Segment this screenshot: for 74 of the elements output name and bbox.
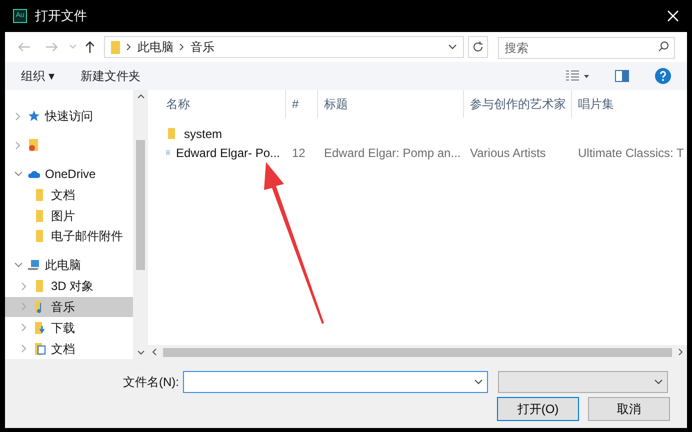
column-header[interactable]: # <box>286 90 318 118</box>
table-cell-text: 12 <box>292 144 306 162</box>
tree-item[interactable]: 文档 <box>5 184 133 206</box>
up-icon[interactable] <box>84 40 96 54</box>
expand-icon[interactable] <box>14 171 22 178</box>
chevron-icon[interactable] <box>179 43 184 51</box>
open-button[interactable]: 打开(O) <box>497 397 579 421</box>
preview-pane-icon[interactable] <box>615 70 629 82</box>
filename-label: 文件名(N): <box>123 374 179 391</box>
file-name[interactable]: Edward Elgar- Po... <box>176 144 280 162</box>
refresh-icon <box>472 41 484 53</box>
tree-item[interactable]: 电子邮件附件 <box>5 226 133 247</box>
cloud-icon <box>28 168 40 180</box>
search-icon <box>658 41 669 52</box>
help-icon[interactable] <box>655 68 671 84</box>
address-bar[interactable]: 此电脑 音乐 <box>104 36 464 58</box>
folder-icon <box>28 139 40 152</box>
folder-icon <box>34 188 46 201</box>
tree-item[interactable]: 图片 <box>5 205 133 226</box>
tree-item[interactable]: 快速访问 <box>5 106 133 127</box>
table-cell-text: Edward Elgar: Pomp an... <box>324 144 461 162</box>
collapse-icon[interactable] <box>15 112 21 121</box>
folder-icon <box>34 280 46 292</box>
view-icon[interactable] <box>565 70 589 82</box>
file-type-dropdown[interactable] <box>498 371 668 393</box>
collapse-icon[interactable] <box>21 282 27 291</box>
close-icon[interactable] <box>667 10 679 22</box>
computer-icon <box>28 259 40 272</box>
chevron-icon[interactable] <box>126 43 132 51</box>
new-folder-button[interactable]: 新建文件夹 <box>80 67 140 85</box>
dropdown-icon[interactable] <box>68 44 76 50</box>
tree-item[interactable]: 文档 <box>5 338 133 359</box>
tree-item[interactable]: 3D 对象 <box>5 276 133 296</box>
refresh-button[interactable] <box>468 36 488 58</box>
filename-field[interactable] <box>183 371 488 393</box>
horizontal-scrollbar[interactable] <box>148 345 687 359</box>
expand-icon[interactable] <box>14 262 22 268</box>
search-field[interactable]: 搜索 <box>498 37 675 59</box>
file-name[interactable]: system <box>184 124 222 142</box>
column-header[interactable]: 标题 <box>318 90 464 118</box>
folder-icon <box>34 230 46 242</box>
scroll-right-icon[interactable] <box>678 348 683 356</box>
scroll-down-icon[interactable] <box>136 350 144 355</box>
organize-menu[interactable]: 组织 ▾ <box>21 67 54 85</box>
breadcrumb[interactable]: 此电脑 <box>137 38 174 56</box>
column-header[interactable]: 名称 <box>148 90 286 118</box>
tree-item[interactable]: 音乐 <box>5 296 133 318</box>
download-folder-icon <box>34 322 46 334</box>
caret-icon <box>654 379 663 385</box>
collapse-icon[interactable] <box>15 140 21 150</box>
collapse-icon[interactable] <box>21 323 27 332</box>
tree-item[interactable]: OneDrive <box>5 164 133 184</box>
cancel-button[interactable]: 取消 <box>588 397 670 421</box>
scroll-left-icon[interactable] <box>152 348 157 356</box>
folder-icon <box>34 210 46 222</box>
table-cell-text: Ultimate Classics: T <box>578 144 684 162</box>
breadcrumb[interactable]: 音乐 <box>190 38 214 56</box>
folder-icon <box>111 40 120 54</box>
tree-item[interactable]: 下载 <box>5 317 133 338</box>
forward-icon[interactable] <box>44 41 59 53</box>
window-title: 打开文件 <box>35 7 87 26</box>
column-header[interactable]: 唱片集 <box>572 90 684 118</box>
caret-icon[interactable] <box>474 379 483 385</box>
document-folder-icon <box>34 342 46 355</box>
scrollbar[interactable] <box>133 90 148 359</box>
caret-icon[interactable] <box>448 44 457 50</box>
folder-icon <box>166 127 178 140</box>
table-cell-text: Various Artists <box>470 144 546 162</box>
back-icon[interactable] <box>17 41 31 53</box>
tree-item[interactable]: 此电脑 <box>5 254 133 276</box>
scroll-up-icon[interactable] <box>136 94 144 99</box>
collapse-icon[interactable] <box>21 344 27 354</box>
star-icon <box>28 110 40 122</box>
column-header[interactable]: 参与创作的艺术家 <box>464 90 572 118</box>
